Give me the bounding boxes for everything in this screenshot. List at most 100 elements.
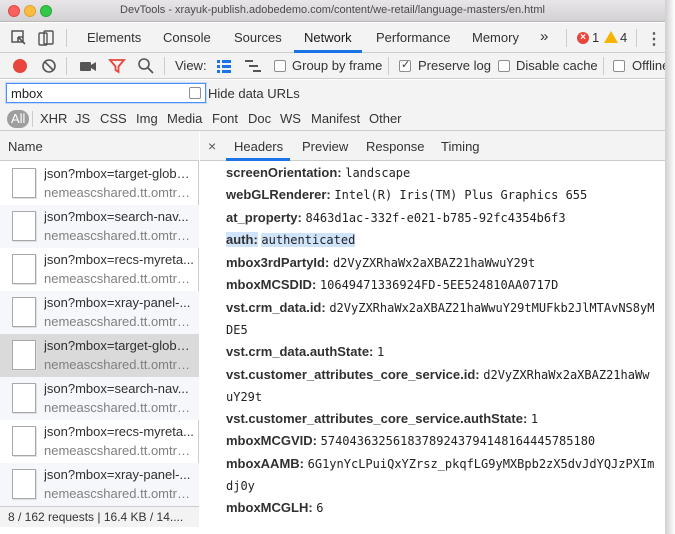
header-key: mboxMCSDID: [226, 277, 317, 292]
file-icon [12, 254, 36, 284]
request-details-panel: × Headers Preview Response Timing screen… [200, 131, 665, 527]
hide-data-urls-checkbox[interactable] [189, 87, 201, 99]
tab-network[interactable]: Network [304, 30, 352, 45]
request-row[interactable]: json?mbox=xray-panel-... nemeascshared.t… [0, 463, 199, 506]
type-filter-other[interactable]: Other [366, 110, 405, 128]
file-icon [12, 340, 36, 370]
request-row[interactable]: json?mbox=search-nav... nemeascshared.tt… [0, 205, 199, 248]
tab-timing[interactable]: Timing [441, 139, 480, 154]
name-column-header[interactable]: Name [0, 131, 199, 161]
network-toolbar: View: Group by frame Preserve log Disabl… [0, 53, 665, 79]
disable-cache-label[interactable]: Disable cache [516, 58, 598, 73]
type-filter-font[interactable]: Font [209, 110, 241, 128]
header-row: vst.customer_attributes_core_service.aut… [226, 408, 656, 430]
header-key: auth: [226, 232, 258, 247]
header-key: vst.crm_data.id: [226, 300, 326, 315]
preserve-log-checkbox[interactable] [399, 58, 411, 72]
header-value: Intel(R) Iris(TM) Plus Graphics 655 [334, 188, 588, 202]
type-filter-all[interactable]: All [7, 110, 30, 128]
warning-count[interactable]: 4 [620, 30, 627, 45]
header-value: 1 [530, 412, 539, 426]
inspect-element-icon[interactable] [10, 29, 28, 47]
request-domain: nemeascshared.tt.omtrd... [44, 271, 194, 286]
request-name: json?mbox=search-nav... [44, 381, 189, 396]
window-edge-shadow [665, 0, 675, 534]
request-row-selected[interactable]: json?mbox=target-globa... nemeascshared.… [0, 334, 199, 377]
tabbar-divider-3 [636, 29, 637, 47]
tab-performance[interactable]: Performance [376, 30, 450, 45]
header-value: 6 [316, 501, 324, 515]
request-row[interactable]: json?mbox=recs-myreta... nemeascshared.t… [0, 420, 199, 463]
type-filter-manifest[interactable]: Manifest [308, 110, 363, 128]
network-status-bar: 8 / 162 requests | 16.4 KB / 14.... [0, 506, 199, 527]
header-key: mboxMCGLH: [226, 500, 313, 515]
request-name: json?mbox=recs-myreta... [44, 252, 194, 267]
request-row[interactable]: json?mbox=recs-myreta... nemeascshared.t… [0, 248, 199, 291]
typebar-divider [32, 111, 33, 127]
clear-icon[interactable] [40, 57, 58, 75]
request-summary: 8 / 162 requests | 16.4 KB / 14.... [8, 510, 184, 524]
tab-memory[interactable]: Memory [472, 30, 519, 45]
type-filter-img[interactable]: Img [133, 110, 161, 128]
request-name: json?mbox=target-globa... [44, 166, 194, 181]
more-tabs-chevron-icon[interactable]: » [540, 28, 548, 45]
disable-cache-checkbox[interactable] [498, 60, 510, 72]
type-filter-doc[interactable]: Doc [245, 110, 274, 128]
tab-response[interactable]: Response [366, 139, 425, 154]
header-value: 8463d1ac-332f-e021-b785-92fc4354b6f3 [305, 211, 566, 225]
file-icon [12, 211, 36, 241]
error-icon[interactable]: × [577, 32, 589, 44]
header-row: webGLRenderer: Intel(R) Iris(TM) Plus Gr… [226, 184, 656, 206]
offline-checkbox[interactable] [613, 60, 625, 72]
offline-label[interactable]: Offline [632, 58, 665, 73]
request-name: json?mbox=target-globa... [44, 338, 194, 353]
tab-sources[interactable]: Sources [234, 30, 282, 45]
header-row: mboxMCGLH: 6 [226, 497, 656, 519]
devtools-tabbar: Elements Console Sources Network Perform… [0, 23, 665, 53]
waterfall-icon[interactable] [244, 57, 262, 75]
tab-elements[interactable]: Elements [87, 30, 141, 45]
resource-type-filters: All XHR JS CSS Img Media Font Doc WS Man… [0, 107, 665, 131]
preserve-log-label[interactable]: Preserve log [418, 58, 491, 73]
warning-icon[interactable] [604, 31, 618, 43]
tab-console[interactable]: Console [163, 30, 211, 45]
type-filter-ws[interactable]: WS [277, 110, 304, 128]
file-icon [12, 168, 36, 198]
request-row[interactable]: json?mbox=xray-panel-... nemeascshared.t… [0, 291, 199, 334]
header-value: 1 [377, 345, 385, 359]
request-domain: nemeascshared.tt.omtrd... [44, 185, 194, 200]
type-filter-js[interactable]: JS [72, 110, 93, 128]
type-filter-xhr[interactable]: XHR [37, 110, 70, 128]
group-by-frame-checkbox[interactable] [274, 60, 286, 72]
type-filter-css[interactable]: CSS [97, 110, 130, 128]
group-by-frame-label[interactable]: Group by frame [292, 58, 382, 73]
request-domain: nemeascshared.tt.omtrd... [44, 486, 194, 501]
toolbar-divider [66, 57, 67, 75]
request-domain: nemeascshared.tt.omtrd... [44, 314, 194, 329]
type-filter-media[interactable]: Media [164, 110, 205, 128]
record-button[interactable] [13, 59, 27, 73]
filter-input[interactable] [6, 83, 206, 103]
header-row: mboxAAMB: 6G1ynYcLPuiQxYZrsz_pkqfLG9yMXB… [226, 453, 656, 497]
large-rows-icon[interactable] [215, 57, 233, 75]
device-toolbar-icon[interactable] [37, 29, 55, 47]
file-icon [12, 426, 36, 456]
hide-data-urls-label[interactable]: Hide data URLs [208, 86, 300, 101]
header-key: vst.customer_attributes_core_service.aut… [226, 411, 528, 426]
request-row[interactable]: json?mbox=search-nav... nemeascshared.tt… [0, 377, 199, 420]
header-row: screenOrientation: landscape [226, 162, 656, 184]
more-options-icon[interactable]: ⋮ [646, 29, 662, 49]
tab-headers[interactable]: Headers [234, 139, 283, 154]
header-key: vst.crm_data.authState: [226, 344, 374, 359]
error-count[interactable]: 1 [592, 30, 599, 45]
header-value: landscape [345, 166, 411, 180]
capture-screenshots-icon[interactable] [79, 57, 97, 75]
filter-icon[interactable] [108, 57, 126, 75]
name-column-label: Name [8, 139, 43, 154]
close-details-icon[interactable]: × [208, 138, 216, 154]
search-icon[interactable] [137, 57, 155, 75]
request-row[interactable]: json?mbox=target-globa... nemeascshared.… [0, 162, 199, 205]
file-icon [12, 469, 36, 499]
tab-preview[interactable]: Preview [302, 139, 348, 154]
header-row-highlighted: auth: authenticated [226, 229, 656, 251]
